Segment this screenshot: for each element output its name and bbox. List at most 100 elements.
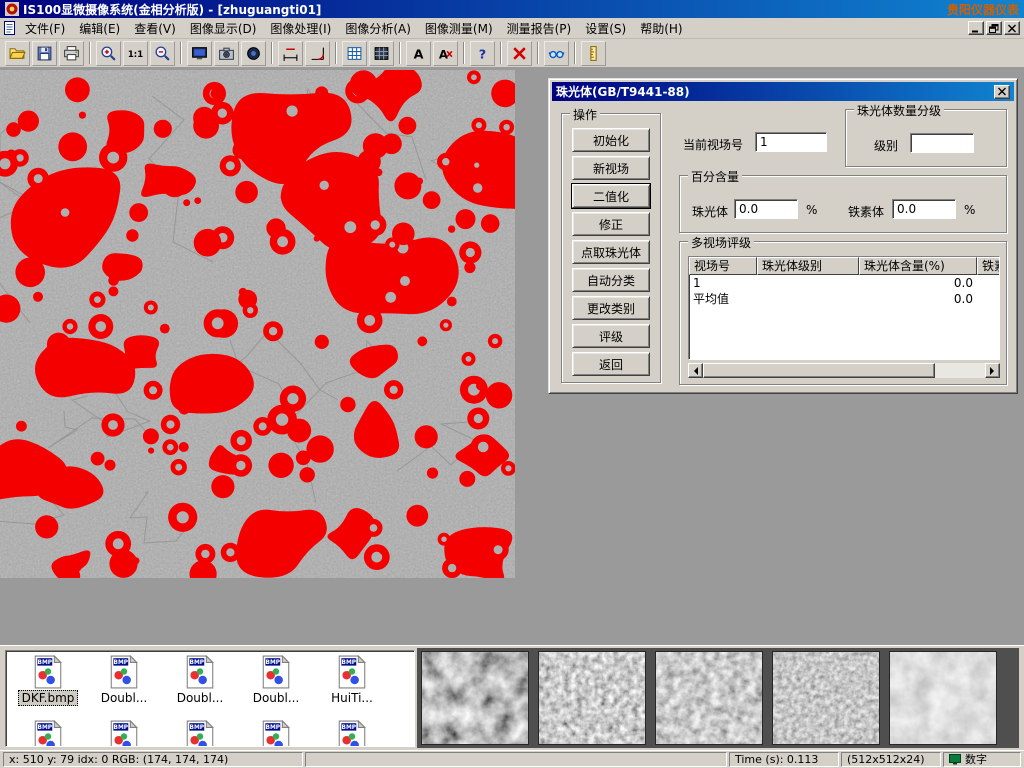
op-correct-button[interactable]: 修正: [572, 212, 650, 236]
zoom-in-button[interactable]: [96, 41, 121, 66]
thumbnail-3[interactable]: [655, 651, 763, 745]
mdi-minimize-button[interactable]: [968, 21, 984, 35]
percent-group-label: 百分含量: [688, 168, 742, 185]
open-button[interactable]: [5, 41, 30, 66]
mdi-restore-button[interactable]: [986, 21, 1002, 35]
thumbnail-5[interactable]: [889, 651, 997, 745]
text-button[interactable]: A: [406, 41, 431, 66]
mdi-close-button[interactable]: [1004, 21, 1020, 35]
scrollbar-thumb[interactable]: [703, 363, 935, 378]
zoom-out-button[interactable]: [150, 41, 175, 66]
grid-dark-button[interactable]: [369, 41, 394, 66]
operation-group: 操作 初始化新视场二值化修正点取珠光体自动分类更改类别评级返回: [561, 113, 661, 383]
bmp-file-icon: BMP: [259, 655, 293, 689]
scroll-left-button[interactable]: [688, 363, 703, 378]
camera-button[interactable]: [214, 41, 239, 66]
grid-button[interactable]: [342, 41, 367, 66]
op-return-button[interactable]: 返回: [572, 352, 650, 376]
pearlite-percent-input[interactable]: [734, 199, 798, 219]
op-rate-button[interactable]: 评级: [572, 324, 650, 348]
op-binarize-button[interactable]: 二值化: [572, 184, 650, 208]
menu-items: 文件(F)编辑(E)查看(V)图像显示(D)图像处理(I)图像分析(A)图像测量…: [18, 18, 968, 39]
menu-view[interactable]: 查看(V): [127, 18, 183, 39]
thumbnail-1[interactable]: [421, 651, 529, 745]
ferrite-percent-input[interactable]: [892, 199, 956, 219]
print-button[interactable]: [59, 41, 84, 66]
save-button[interactable]: [32, 41, 57, 66]
menu-measure-report[interactable]: 测量报告(P): [500, 18, 579, 39]
help-icon: ?: [474, 45, 491, 62]
mf-column-1[interactable]: 珠光体级别: [757, 257, 859, 275]
mf-column-0[interactable]: 视场号: [689, 257, 757, 275]
bmp-file-icon: BMP: [107, 720, 141, 747]
mf-row-1[interactable]: 平均值0.0: [689, 291, 999, 307]
mf-cell: 1: [689, 275, 757, 291]
specimen-image[interactable]: [0, 70, 515, 578]
op-new-field-button[interactable]: 新视场: [572, 156, 650, 180]
menu-help[interactable]: 帮助(H): [633, 18, 689, 39]
file-item-partial-2[interactable]: BMP: [162, 720, 238, 747]
title-bar[interactable]: IS100显微摄像系统(金相分析版) - [zhuguangti01] 贵阳仪器…: [0, 0, 1024, 18]
mf-cell: [757, 275, 859, 291]
op-change-class-button[interactable]: 更改类别: [572, 296, 650, 320]
measure-distance-icon: [282, 45, 299, 62]
table-hscrollbar[interactable]: [688, 363, 1000, 378]
text-delete-button[interactable]: A: [433, 41, 458, 66]
file-browser-panel: BMPDKF.bmpBMPDoubl...BMPDoubl...BMPDoubl…: [0, 645, 1024, 750]
thumbnail-2[interactable]: [538, 651, 646, 745]
measure-distance-button[interactable]: [278, 41, 303, 66]
capture-button[interactable]: [241, 41, 266, 66]
measure-angle-button[interactable]: [305, 41, 330, 66]
thumbnail-4[interactable]: [772, 651, 880, 745]
svg-text:BMP: BMP: [266, 660, 281, 666]
op-initialize-button[interactable]: 初始化: [572, 128, 650, 152]
help-button[interactable]: ?: [470, 41, 495, 66]
close-image-button[interactable]: [507, 41, 532, 66]
menu-image-process[interactable]: 图像处理(I): [263, 18, 338, 39]
file-item-4[interactable]: BMPHuiTi...: [314, 655, 390, 706]
file-item-partial-0[interactable]: BMP: [10, 720, 86, 747]
menu-file[interactable]: 文件(F): [18, 18, 72, 39]
current-field-input[interactable]: [755, 132, 827, 152]
percent-group: 百分含量 珠光体 % 铁素体 %: [679, 175, 1007, 233]
menu-settings[interactable]: 设置(S): [578, 18, 633, 39]
dialog-close-button[interactable]: [994, 85, 1010, 99]
display-button[interactable]: [187, 41, 212, 66]
file-list[interactable]: BMPDKF.bmpBMPDoubl...BMPDoubl...BMPDoubl…: [5, 650, 415, 747]
level-input[interactable]: [910, 133, 974, 153]
mdi-window-controls: [968, 21, 1020, 35]
svg-text:BMP: BMP: [342, 725, 357, 731]
file-item-1[interactable]: BMPDoubl...: [86, 655, 162, 706]
text-delete-icon: A: [437, 45, 454, 62]
op-auto-classify-button[interactable]: 自动分类: [572, 268, 650, 292]
ruler-button[interactable]: [581, 41, 606, 66]
file-list-row-1: BMPDKF.bmpBMPDoubl...BMPDoubl...BMPDoubl…: [6, 651, 414, 706]
menu-image-analysis[interactable]: 图像分析(A): [338, 18, 418, 39]
file-item-partial-3[interactable]: BMP: [238, 720, 314, 747]
file-item-3[interactable]: BMPDoubl...: [238, 655, 314, 706]
preview-button[interactable]: [544, 41, 569, 66]
file-label: HuiTi...: [327, 690, 377, 706]
scroll-right-button[interactable]: [985, 363, 1000, 378]
status-bar: x: 510 y: 79 idx: 0 RGB: (174, 174, 174)…: [0, 750, 1024, 768]
scrollbar-track[interactable]: [703, 363, 985, 378]
menu-image-measure[interactable]: 图像测量(M): [418, 18, 500, 39]
file-item-partial-1[interactable]: BMP: [86, 720, 162, 747]
mf-column-2[interactable]: 珠光体含量(%): [859, 257, 977, 275]
multifield-table[interactable]: 视场号珠光体级别珠光体含量(%)铁素体级别 10.0平均值0.0: [688, 256, 1000, 360]
file-item-2[interactable]: BMPDoubl...: [162, 655, 238, 706]
bmp-file-icon: BMP: [31, 720, 65, 747]
toolbar-separator: [500, 42, 502, 64]
menu-image-display[interactable]: 图像显示(D): [183, 18, 264, 39]
mf-column-3[interactable]: 铁素体级别: [977, 257, 1000, 275]
file-item-0[interactable]: BMPDKF.bmp: [10, 655, 86, 706]
op-pick-pearlite-button[interactable]: 点取珠光体: [572, 240, 650, 264]
print-icon: [63, 45, 80, 62]
file-item-partial-4[interactable]: BMP: [314, 720, 390, 747]
ferrite-unit: %: [964, 203, 975, 217]
dialog-title-bar[interactable]: 珠光体(GB/T9441-88): [552, 82, 1014, 101]
status-time: Time (s): 0.113: [729, 752, 839, 767]
menu-edit[interactable]: 编辑(E): [72, 18, 127, 39]
mf-row-0[interactable]: 10.0: [689, 275, 999, 291]
actual-size-button[interactable]: 1:1: [123, 41, 148, 66]
